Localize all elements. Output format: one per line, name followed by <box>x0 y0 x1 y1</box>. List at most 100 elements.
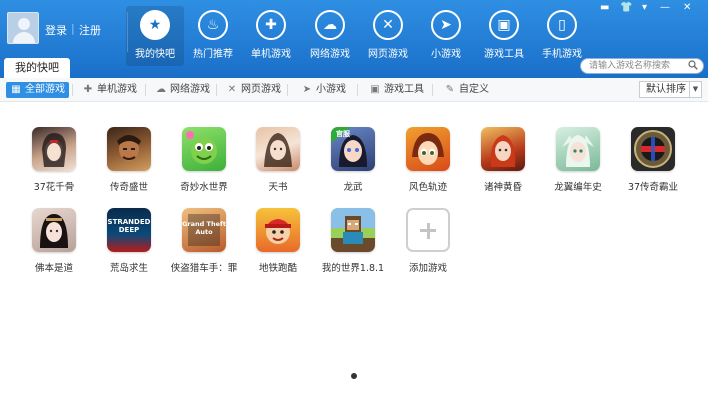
filter-divider <box>145 84 146 96</box>
sort-dropdown[interactable]: 默认排序 ▼ <box>639 81 702 98</box>
register-link[interactable]: 注册 <box>79 22 101 38</box>
filter-mini[interactable]: ➤ 小游戏 <box>301 82 346 98</box>
avatar-body <box>13 32 35 43</box>
grid-icon: ▦ <box>11 84 21 95</box>
filter-label: 游戏工具 <box>384 84 424 95</box>
login-link[interactable]: 登录 <box>45 22 67 38</box>
login-register-separator: | <box>71 22 75 35</box>
filter-divider <box>287 84 288 96</box>
user-avatar[interactable] <box>7 12 39 44</box>
game-icon[interactable]: Grand Theft Auto <box>182 208 226 252</box>
filter-web[interactable]: ✕ 网页游戏 <box>226 82 281 98</box>
sort-selected-value: 默认排序 <box>646 84 686 95</box>
filter-standalone[interactable]: ✚ 单机游戏 <box>82 82 137 98</box>
crossed-swords-icon: ✕ <box>373 10 403 40</box>
nav-mobile[interactable]: ▯ 手机游戏 <box>533 6 591 66</box>
game-tile[interactable]: 地铁跑酷 <box>243 208 313 274</box>
filter-divider <box>357 84 358 96</box>
nav-online[interactable]: ☁ 网络游戏 <box>301 6 359 66</box>
gta-logo-text: Grand Theft Auto <box>182 220 226 236</box>
filter-divider <box>432 84 433 96</box>
game-name: 天书 <box>268 182 288 193</box>
search-box[interactable] <box>580 58 704 74</box>
filter-online[interactable]: ☁ 网络游戏 <box>155 82 210 98</box>
filter-label: 小游戏 <box>316 84 346 95</box>
game-icon[interactable] <box>556 127 600 171</box>
game-tile[interactable]: 37花千骨 <box>19 127 89 193</box>
game-icon[interactable] <box>256 127 300 171</box>
cloud-icon: ☁ <box>156 84 166 95</box>
close-icon[interactable]: ✕ <box>683 2 691 13</box>
game-tile[interactable]: 奇妙水世界 <box>169 127 239 193</box>
game-name: 奇妙水世界 <box>180 182 228 193</box>
plus-icon[interactable] <box>406 208 450 252</box>
filter-bar: ▦ 全部游戏 ✚ 单机游戏 ☁ 网络游戏 ✕ 网页游戏 ➤ 小游戏 ▣ 游戏工具 ✎ 自定义 … <box>0 78 708 102</box>
nav-my-kuaiba[interactable]: ★ 我的快吧 <box>126 6 184 66</box>
game-tile[interactable]: 天书 <box>243 127 313 193</box>
game-tile[interactable]: 37传奇霸业 <box>618 127 688 193</box>
official-badge: 官服 <box>336 130 350 138</box>
paper-plane-icon: ➤ <box>302 84 312 95</box>
filter-label: 自定义 <box>459 84 489 95</box>
add-game-label: 添加游戏 <box>408 263 447 274</box>
nav-mini[interactable]: ➤ 小游戏 <box>417 6 475 66</box>
tab-strip: 我的快吧 <box>0 58 708 78</box>
game-tile[interactable]: 传奇盛世 <box>94 127 164 193</box>
toolbox-icon: ▣ <box>370 84 380 95</box>
minimize-icon[interactable]: — <box>660 2 670 13</box>
star-icon: ★ <box>140 10 170 40</box>
filter-label: 全部游戏 <box>25 84 65 95</box>
game-tile[interactable]: 我的世界1.8.1 <box>318 208 388 274</box>
filter-all[interactable]: ▦ 全部游戏 <box>6 82 69 98</box>
game-name: 佛本是道 <box>34 263 73 274</box>
flame-icon: ♨ <box>198 10 228 40</box>
game-tile[interactable]: STRANDED DEEP 荒岛求生 <box>94 208 164 274</box>
game-icon[interactable] <box>32 208 76 252</box>
game-name: 37花千骨 <box>33 182 75 193</box>
game-name: 侠盗猎车手：罪 <box>170 263 238 274</box>
game-icon[interactable] <box>481 127 525 171</box>
search-input[interactable] <box>589 60 685 72</box>
game-tile[interactable]: Grand Theft Auto 侠盗猎车手：罪 <box>169 208 239 274</box>
phone-icon: ▯ <box>547 10 577 40</box>
nav-hot[interactable]: ♨ 热门推荐 <box>184 6 242 66</box>
game-icon[interactable] <box>256 208 300 252</box>
minibar-icon[interactable]: ▬ <box>600 2 609 13</box>
paper-plane-icon: ➤ <box>431 10 461 40</box>
game-name: 传奇盛世 <box>109 182 148 193</box>
skin-icon[interactable]: 👕 <box>620 2 632 13</box>
menu-icon[interactable]: ▾ <box>642 2 647 13</box>
game-tile[interactable]: 风色轨迹 <box>393 127 463 193</box>
chevron-down-icon[interactable]: ▼ <box>689 82 701 97</box>
page-indicator-dot[interactable] <box>351 373 357 379</box>
game-icon[interactable]: 官服 <box>331 127 375 171</box>
nav-web[interactable]: ✕ 网页游戏 <box>359 6 417 66</box>
game-icon[interactable] <box>32 127 76 171</box>
game-icon[interactable]: STRANDED DEEP <box>107 208 151 252</box>
avatar-head <box>18 18 30 30</box>
game-icon[interactable] <box>182 127 226 171</box>
game-tile[interactable]: 诸神黄昏 <box>468 127 538 193</box>
game-name: 37传奇霸业 <box>627 182 679 193</box>
cloud-icon: ☁ <box>315 10 345 40</box>
game-icon[interactable] <box>406 127 450 171</box>
tab-my-kuaiba[interactable]: 我的快吧 <box>4 58 70 78</box>
game-tile[interactable]: 佛本是道 <box>19 208 89 274</box>
filter-custom[interactable]: ✎ 自定义 <box>444 82 489 98</box>
game-icon[interactable] <box>107 127 151 171</box>
game-tile[interactable]: 龙翼编年史 <box>543 127 613 193</box>
nav-standalone[interactable]: ✚ 单机游戏 <box>242 6 300 66</box>
toolbox-icon: ▣ <box>489 10 519 40</box>
nav-tools[interactable]: ▣ 游戏工具 <box>475 6 533 66</box>
game-tile[interactable]: 官服 龙武 <box>318 127 388 193</box>
filter-tools[interactable]: ▣ 游戏工具 <box>369 82 424 98</box>
game-icon[interactable] <box>331 208 375 252</box>
search-icon[interactable] <box>688 60 698 70</box>
game-name: 荒岛求生 <box>109 263 148 274</box>
stranded-deep-logo-text: STRANDED DEEP <box>107 218 151 234</box>
game-icon[interactable] <box>631 127 675 171</box>
game-name: 诸神黄昏 <box>483 182 522 193</box>
add-game-tile[interactable]: 添加游戏 <box>393 208 463 274</box>
filter-label: 单机游戏 <box>97 84 137 95</box>
filter-label: 网页游戏 <box>241 84 281 95</box>
